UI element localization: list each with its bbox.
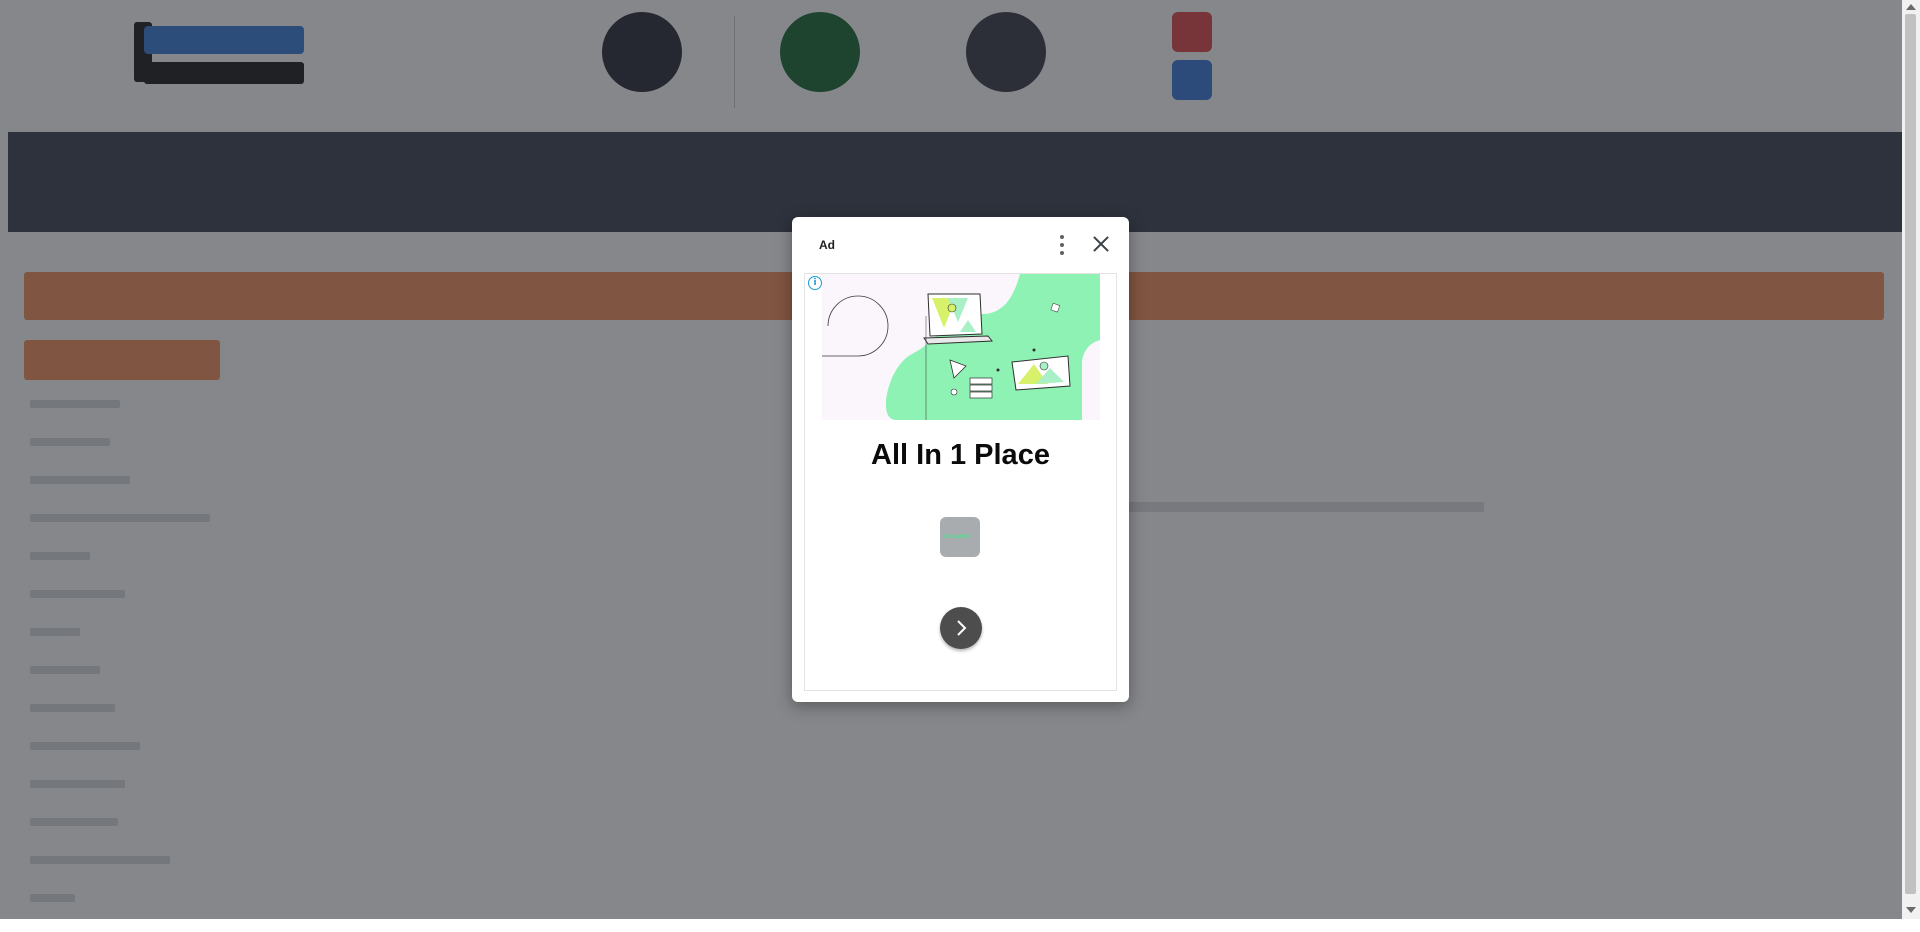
ad-headline[interactable]: All In 1 Place <box>805 439 1116 472</box>
chevron-right-icon <box>957 620 967 636</box>
ad-dialog: Ad i All In 1 Place StorageNXS <box>792 217 1129 702</box>
scrollbar-thumb[interactable] <box>1905 14 1916 894</box>
ad-label: Ad <box>819 238 835 252</box>
ad-illustration <box>822 274 1100 420</box>
scroll-down-arrow-icon[interactable] <box>1906 907 1916 913</box>
more-vertical-icon[interactable] <box>1055 234 1069 256</box>
advertiser-logo[interactable]: StorageNXS <box>940 517 980 557</box>
scroll-up-arrow-icon[interactable] <box>1906 4 1916 10</box>
info-icon[interactable]: i <box>808 276 822 290</box>
ad-creative[interactable]: i All In 1 Place StorageNXS <box>804 273 1117 691</box>
close-icon[interactable] <box>1088 231 1114 257</box>
advertiser-logo-text: StorageNXS <box>944 534 972 540</box>
ad-next-button[interactable] <box>940 607 982 649</box>
